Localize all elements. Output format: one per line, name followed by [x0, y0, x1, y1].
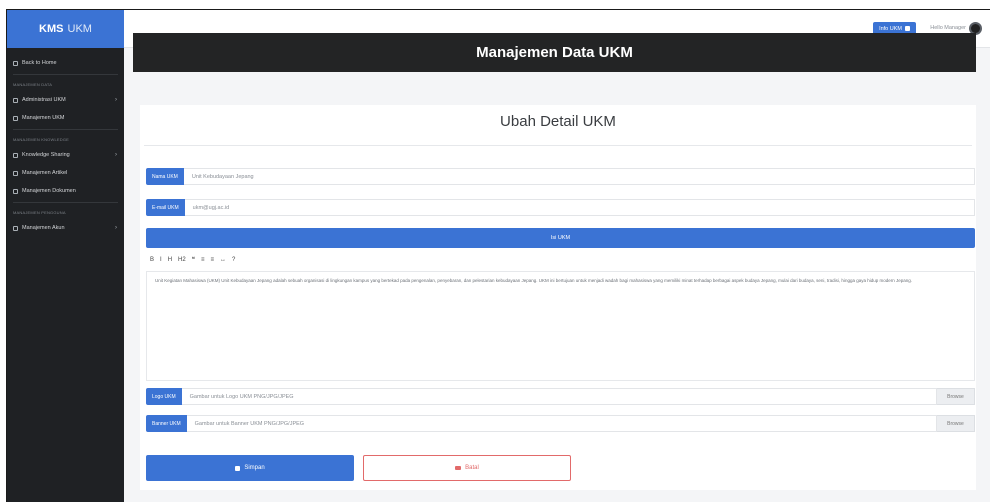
- sidebar-divider: [13, 202, 118, 203]
- sidebar-item-label: Manajemen Dokumen: [22, 188, 76, 194]
- sidebar-item-label: Back to Home: [22, 60, 57, 66]
- share-icon: [13, 152, 18, 158]
- sidebar-item-label: Administrasi UKM: [22, 97, 66, 103]
- save-label: Simpan: [244, 465, 265, 471]
- sidebar-item-label: Manajemen Akun: [22, 225, 65, 231]
- sidebar-divider: [13, 74, 118, 75]
- nama-ukm-input[interactable]: Unit Kebudayaan Jepang: [183, 168, 975, 185]
- isi-ukm-editor[interactable]: Unit Kegiatan Mahasiswa (UKM) Unit Kebud…: [146, 271, 975, 381]
- sidebar-item-label: Knowledge Sharing: [22, 152, 70, 158]
- chevron-right-icon: ›: [115, 97, 117, 103]
- link-button[interactable]: ↔: [220, 257, 226, 263]
- ordered-list-button[interactable]: ≡: [210, 257, 214, 263]
- user-name[interactable]: Hello Manager: [930, 25, 966, 31]
- italic-button[interactable]: I: [160, 257, 162, 263]
- heading2-button[interactable]: H2: [178, 257, 186, 263]
- article-icon: [13, 170, 18, 176]
- banner-ukm-label: Banner UKM: [146, 415, 187, 432]
- isi-ukm-label: Isi UKM: [146, 228, 975, 248]
- email-ukm-field: E-mail UKM ukm@ugj.ac.id: [146, 199, 975, 216]
- nama-ukm-label: Nama UKM: [146, 168, 184, 185]
- help-button[interactable]: ?: [232, 257, 235, 263]
- brand-sub: UKM: [67, 23, 92, 35]
- user-icon: [13, 225, 18, 231]
- book-icon: [905, 26, 910, 31]
- sidebar-item-akun[interactable]: Manajemen Akun ›: [7, 219, 124, 237]
- sidebar-item-knowledge[interactable]: Knowledge Sharing ›: [7, 146, 124, 164]
- sidebar-item-dokumen[interactable]: Manajemen Dokumen: [7, 182, 124, 200]
- banner-browse-button[interactable]: Browse: [937, 415, 975, 432]
- sidebar-item-label: Manajemen UKM: [22, 115, 65, 121]
- banner-ukm-input[interactable]: Gambar untuk Banner UKM PNG/JPG/JPEG: [186, 415, 937, 432]
- heading-button[interactable]: H: [168, 257, 172, 263]
- cancel-label: Batal: [465, 465, 479, 471]
- cancel-button[interactable]: Batal: [363, 455, 571, 481]
- card-title: Ubah Detail UKM: [500, 113, 616, 130]
- email-ukm-label: E-mail UKM: [146, 199, 185, 216]
- logo-ukm-input[interactable]: Gambar untuk Logo UKM PNG/JPG/JPEG: [181, 388, 937, 405]
- back-icon: [455, 466, 462, 470]
- logo-ukm-field: Logo UKM Gambar untuk Logo UKM PNG/JPG/J…: [146, 388, 975, 405]
- sidebar-item-back-home[interactable]: Back to Home: [7, 54, 124, 72]
- save-button[interactable]: Simpan: [146, 455, 354, 481]
- save-icon: [235, 465, 241, 471]
- sidebar-item-artikel[interactable]: Manajemen Artikel: [7, 164, 124, 182]
- logo-ukm-label: Logo UKM: [146, 388, 182, 405]
- bold-button[interactable]: B: [150, 257, 154, 263]
- folder-icon: [13, 97, 18, 103]
- edit-ukm-card: Ubah Detail UKM Nama UKM Unit Kebudayaan…: [140, 105, 976, 490]
- sidebar-item-manajemen-ukm[interactable]: Manajemen UKM: [7, 109, 124, 127]
- quote-button[interactable]: ❝: [192, 256, 195, 263]
- email-ukm-input[interactable]: ukm@ugj.ac.id: [184, 199, 975, 216]
- sidebar-heading: MANAJEMEN DATA: [13, 81, 53, 87]
- sidebar-heading: MANAJEMEN PENGGUNA: [13, 209, 66, 215]
- divider: [144, 145, 972, 146]
- sidebar: KMS UKM Back to Home MANAJEMEN DATA Admi…: [7, 10, 124, 502]
- editor-toolbar: B I H H2 ❝ ≡ ≡ ↔ ?: [146, 253, 975, 266]
- document-icon: [13, 188, 18, 194]
- info-ukm-label: Info UKM: [879, 25, 902, 32]
- brand-name: KMS: [39, 23, 64, 35]
- banner-ukm-field: Banner UKM Gambar untuk Banner UKM PNG/J…: [146, 415, 975, 432]
- logo-browse-button[interactable]: Browse: [937, 388, 975, 405]
- home-icon: [13, 60, 18, 66]
- brand-logo[interactable]: KMS UKM: [7, 10, 124, 48]
- nama-ukm-field: Nama UKM Unit Kebudayaan Jepang: [146, 168, 975, 185]
- chevron-right-icon: ›: [115, 152, 117, 158]
- sidebar-heading: MANAJEMEN KNOWLEDGE: [13, 136, 70, 142]
- page-title: Manajemen Data UKM: [133, 33, 976, 72]
- sidebar-item-label: Manajemen Artikel: [22, 170, 68, 176]
- table-icon: [13, 115, 18, 121]
- sidebar-divider: [13, 129, 118, 130]
- chevron-right-icon: ›: [115, 225, 117, 231]
- list-button[interactable]: ≡: [201, 257, 205, 263]
- sidebar-item-administrasi[interactable]: Administrasi UKM ›: [7, 91, 124, 109]
